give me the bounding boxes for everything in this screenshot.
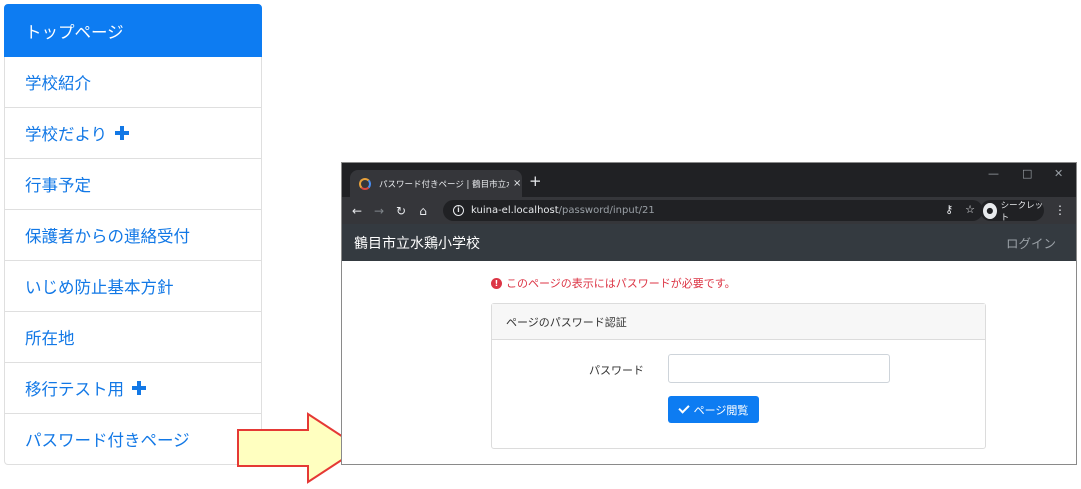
alert-text: このページの表示にはパスワードが必要です。: [506, 277, 736, 290]
site-title[interactable]: 鶴目市立水鶏小学校: [354, 233, 480, 253]
exclamation-icon: !: [491, 277, 502, 289]
browser-tab[interactable]: パスワード付きページ | 鶴目市立水鶏 ×: [350, 170, 522, 197]
reload-icon[interactable]: ↻: [390, 204, 412, 218]
sidebar-item-location[interactable]: 所在地: [4, 312, 262, 363]
sidebar-item-label: 学校だより: [25, 125, 108, 144]
sidebar-item-password-page[interactable]: パスワード付きページ: [4, 414, 262, 465]
password-input[interactable]: [668, 354, 890, 383]
sidebar-item-school-intro[interactable]: 学校紹介: [4, 57, 262, 108]
check-icon: [677, 402, 690, 414]
tab-title: パスワード付きページ | 鶴目市立水鶏: [379, 179, 509, 190]
view-page-button[interactable]: ページ閲覧: [668, 396, 759, 423]
login-link[interactable]: ログイン: [1006, 233, 1056, 252]
incognito-icon: ●: [983, 202, 997, 219]
favicon-icon: [359, 177, 371, 190]
key-icon[interactable]: ⚷: [945, 203, 953, 216]
sidebar-nav: トップページ 学校紹介 学校だより 行事予定 保護者からの連絡受付 いじめ防止基…: [4, 4, 262, 465]
sidebar-item-label: 移行テスト用: [25, 380, 124, 399]
site-navbar: 鶴目市立水鶏小学校 ログイン: [342, 224, 1076, 261]
tab-close-icon[interactable]: ×: [513, 178, 521, 189]
sidebar-item-anti-bullying[interactable]: いじめ防止基本方針: [4, 261, 262, 312]
url-host: kuina-el.localhost: [471, 205, 559, 216]
plus-icon[interactable]: [115, 126, 130, 140]
browser-toolbar: ← → ↻ ⌂ i kuina-el.localhost/password/in…: [342, 197, 1076, 224]
url-path: /password/input/21: [558, 205, 655, 216]
browser-window: パスワード付きページ | 鶴目市立水鶏 × + — □ ✕ ← → ↻ ⌂ i …: [341, 162, 1077, 465]
view-page-button-label: ページ閲覧: [693, 403, 749, 417]
password-required-alert: ! このページの表示にはパスワードが必要です。: [491, 275, 736, 291]
incognito-badge[interactable]: ● シークレット: [980, 200, 1044, 223]
sidebar-item-parent-contact[interactable]: 保護者からの連絡受付: [4, 210, 262, 261]
address-bar[interactable]: i kuina-el.localhost/password/input/21 ⚷…: [443, 200, 983, 221]
password-card: ページのパスワード認証 パスワード ページ閲覧: [491, 303, 986, 449]
sidebar-item-label: 保護者からの連絡受付: [25, 227, 190, 246]
sidebar-item-top[interactable]: トップページ: [4, 4, 262, 57]
new-tab-icon[interactable]: +: [529, 172, 542, 190]
sidebar-item-label: いじめ防止基本方針: [25, 278, 174, 297]
forward-icon[interactable]: →: [368, 204, 390, 218]
back-icon[interactable]: ←: [346, 204, 368, 218]
window-close-icon[interactable]: ✕: [1054, 167, 1063, 180]
sidebar-item-migration-test[interactable]: 移行テスト用: [4, 363, 262, 414]
info-icon[interactable]: i: [453, 205, 464, 216]
home-icon[interactable]: ⌂: [412, 204, 434, 218]
plus-icon[interactable]: [132, 381, 146, 395]
password-label: パスワード: [589, 364, 644, 377]
tab-strip: パスワード付きページ | 鶴目市立水鶏 × + — □ ✕: [342, 163, 1076, 197]
incognito-label: シークレット: [1000, 200, 1044, 223]
sidebar-item-events[interactable]: 行事予定: [4, 159, 262, 210]
star-icon[interactable]: ☆: [965, 203, 975, 216]
sidebar-item-label: 行事予定: [25, 176, 91, 195]
card-header: ページのパスワード認証: [492, 304, 985, 340]
maximize-icon[interactable]: □: [1022, 167, 1032, 180]
sidebar-item-label: トップページ: [25, 22, 124, 42]
sidebar-item-label: パスワード付きページ: [25, 431, 190, 450]
sidebar-item-label: 学校紹介: [25, 74, 91, 93]
sidebar-item-newsletter[interactable]: 学校だより: [4, 108, 262, 159]
minimize-icon[interactable]: —: [988, 167, 999, 180]
more-menu-icon[interactable]: ⋮: [1054, 203, 1066, 217]
sidebar-item-label: 所在地: [25, 329, 75, 348]
